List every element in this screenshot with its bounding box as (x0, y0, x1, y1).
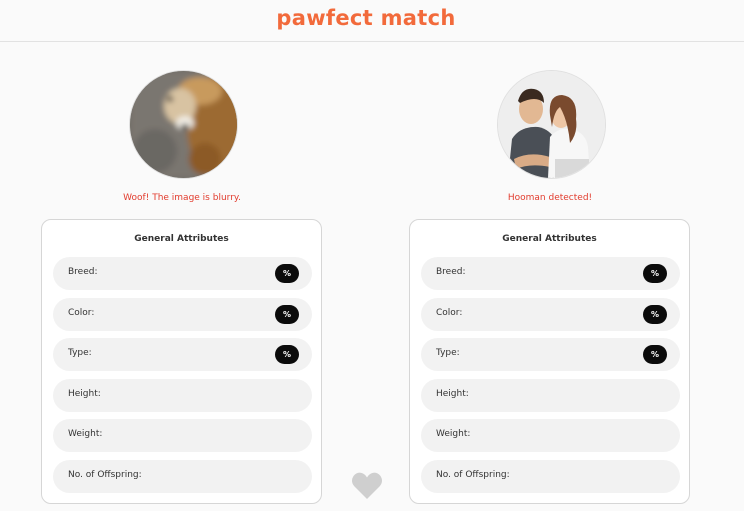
detection-status-right: Hooman detected! (507, 193, 593, 203)
attribute-row-color: Color: % (421, 298, 680, 331)
attribute-row-type: Type: % (421, 338, 680, 371)
attribute-row-color: Color: % (53, 298, 312, 331)
percent-badge[interactable]: % (643, 264, 667, 283)
percent-badge[interactable]: % (275, 264, 299, 283)
attribute-label: Height: (436, 389, 469, 399)
attribute-label: Color: (436, 308, 463, 318)
card-title: General Attributes (502, 234, 597, 244)
card-title: General Attributes (134, 234, 229, 244)
uploaded-photo-left[interactable] (129, 70, 238, 179)
attribute-label: No. of Offspring: (68, 470, 142, 480)
attributes-card-left: General Attributes Breed: % Color: % Typ… (41, 219, 322, 504)
app-logo[interactable]: pawfect match (0, 6, 732, 30)
couple-photo (498, 71, 605, 178)
attributes-card-right: General Attributes Breed: % Color: % Typ… (409, 219, 690, 504)
percent-badge[interactable]: % (643, 305, 667, 324)
uploaded-photo-right[interactable] (497, 70, 606, 179)
attribute-row-weight: Weight: (53, 419, 312, 452)
attribute-row-offspring: No. of Offspring: (53, 460, 312, 493)
attribute-label: Breed: (436, 267, 466, 277)
heart-icon (351, 472, 383, 499)
attribute-row-breed: Breed: % (53, 257, 312, 290)
attribute-row-weight: Weight: (421, 419, 680, 452)
attribute-label: Weight: (68, 429, 103, 439)
match-heart-button[interactable] (351, 471, 383, 501)
blurry-dog-photo (130, 71, 237, 178)
percent-badge[interactable]: % (275, 305, 299, 324)
attribute-row-height: Height: (53, 379, 312, 412)
percent-badge[interactable]: % (643, 345, 667, 364)
percent-badge[interactable]: % (275, 345, 299, 364)
attribute-label: Type: (68, 348, 92, 358)
attribute-label: Breed: (68, 267, 98, 277)
attribute-row-height: Height: (421, 379, 680, 412)
attribute-row-offspring: No. of Offspring: (421, 460, 680, 493)
attribute-row-type: Type: % (53, 338, 312, 371)
app-header: pawfect match (0, 0, 744, 42)
detection-status-left: Woof! The image is blurry. (123, 193, 241, 203)
attribute-label: Type: (436, 348, 460, 358)
attribute-label: Color: (68, 308, 95, 318)
attribute-label: Height: (68, 389, 101, 399)
attribute-row-breed: Breed: % (421, 257, 680, 290)
attribute-label: Weight: (436, 429, 471, 439)
attribute-label: No. of Offspring: (436, 470, 510, 480)
